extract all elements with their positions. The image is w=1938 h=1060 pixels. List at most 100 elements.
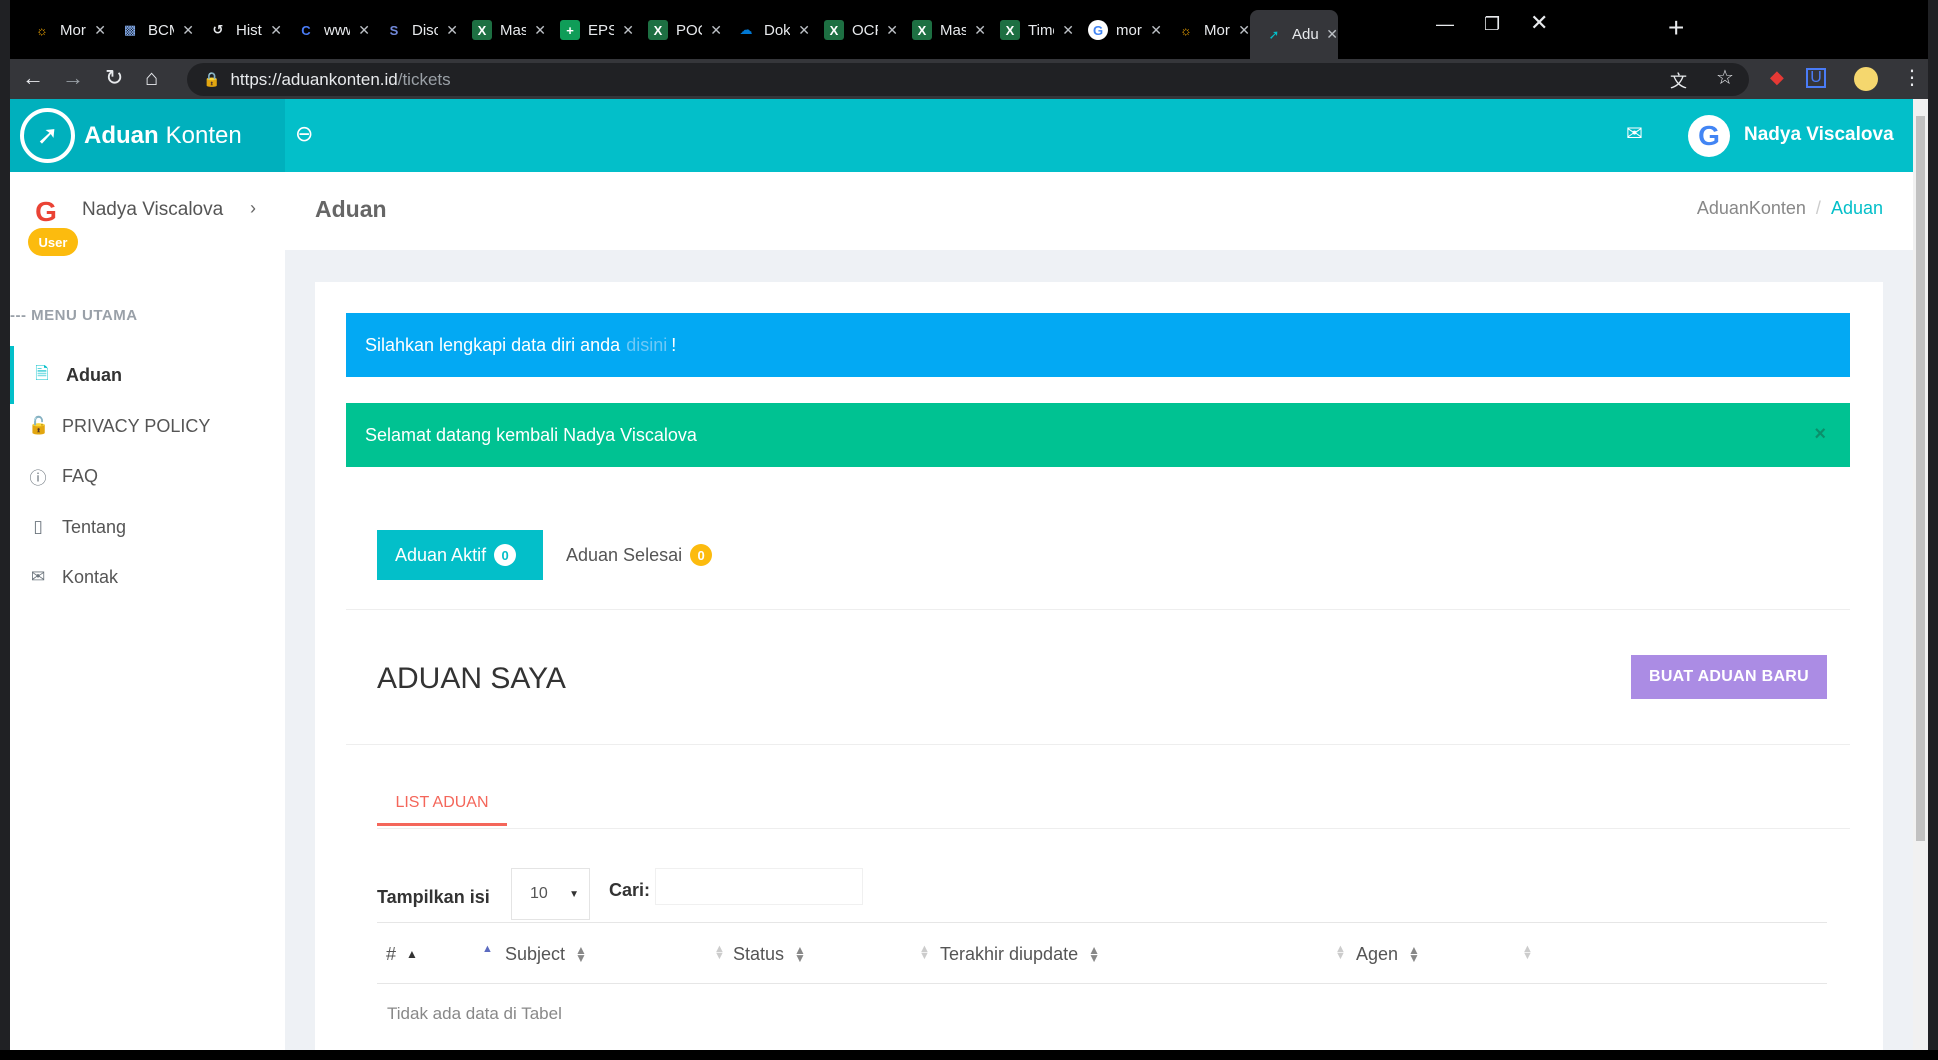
new-tab-button[interactable]: + xyxy=(1668,12,1684,44)
address-bar[interactable]: 🔒 https://aduankonten.id/tickets xyxy=(187,63,1749,96)
excel-icon: X xyxy=(648,20,668,40)
close-tab-icon[interactable]: ✕ xyxy=(270,22,282,39)
close-tab-icon[interactable]: ✕ xyxy=(358,22,370,39)
browser-tab[interactable]: X POC ✕ xyxy=(634,10,722,50)
column-header-agen[interactable]: Agen ▲ ▼ xyxy=(1356,923,1420,985)
close-tab-icon[interactable]: ✕ xyxy=(182,22,194,39)
tab-strip: ☼ Mor ✕ ▩ BCM ✕ ↺ Hist ✕ Cwww ✕ S Disc ✕ X Mas ✕ + EPS ✕ X PO… xyxy=(10,0,1928,59)
restore-icon[interactable]: ❐ xyxy=(1484,14,1500,35)
close-tab-icon[interactable]: ✕ xyxy=(798,22,810,39)
column-label: Agen xyxy=(1356,943,1399,964)
profile-link[interactable]: disini xyxy=(626,335,667,356)
sort-icon: ▲ ▼ xyxy=(575,943,587,965)
browser-tab[interactable]: X Mas ✕ xyxy=(898,10,986,50)
browser-tab-title: Adu xyxy=(1292,26,1319,43)
onedrive-icon: ☁ xyxy=(739,22,753,37)
browser-tab[interactable]: + EPS ✕ xyxy=(546,10,634,50)
discord-icon: S xyxy=(389,22,399,38)
sidebar-item-kontak[interactable]: ✉ Kontak xyxy=(10,548,285,606)
sidebar-item-faq[interactable]: ⓘ FAQ xyxy=(10,447,285,505)
column-header-subject[interactable]: Subject ▲ ▼ xyxy=(505,923,587,985)
lock-icon: 🔓 xyxy=(28,416,50,435)
back-icon[interactable]: ← xyxy=(22,65,44,91)
close-tab-icon[interactable]: ✕ xyxy=(534,22,546,39)
browser-tab[interactable]: Cwww ✕ xyxy=(282,10,370,50)
close-tab-icon[interactable]: ✕ xyxy=(1062,22,1074,39)
sidebar-toggle-icon[interactable]: ⊖ xyxy=(295,121,319,146)
close-tab-icon[interactable]: ✕ xyxy=(1238,22,1250,39)
new-ticket-button[interactable]: BUAT ADUAN BARU xyxy=(1631,655,1827,699)
breadcrumb: AduanKonten / Aduan xyxy=(1697,198,1883,219)
divider xyxy=(346,744,1850,745)
avatar[interactable]: G xyxy=(1688,115,1730,157)
browser-tab[interactable]: Gmor ✕ xyxy=(1074,10,1162,50)
sort-icon: ▲ ▼ xyxy=(919,943,930,962)
tab-aduan-aktif[interactable]: Aduan Aktif 0 xyxy=(377,530,543,580)
close-tab-icon[interactable]: ✕ xyxy=(974,22,986,39)
menu-kebab-icon[interactable]: ⋮ xyxy=(1902,65,1922,90)
bulb-icon: ☼ xyxy=(36,22,48,38)
excel-icon: X xyxy=(824,20,844,40)
close-tab-icon[interactable]: ✕ xyxy=(94,22,106,39)
close-tab-icon[interactable]: ✕ xyxy=(886,22,898,39)
close-tab-icon[interactable]: ✕ xyxy=(446,22,458,39)
close-tab-icon[interactable]: ✕ xyxy=(1150,22,1162,39)
mail-icon[interactable]: ✉ xyxy=(1626,121,1643,146)
page: ➚ Aduan Konten ⊖ ✉ G Nadya Viscalova G N… xyxy=(10,99,1913,1050)
sidebar-item-label: FAQ xyxy=(62,465,99,486)
browser-tab-title: EPS xyxy=(588,21,615,39)
browser-tab[interactable]: ☁ Dok ✕ xyxy=(722,10,811,50)
search-label: Cari: xyxy=(609,880,651,900)
browser-tab[interactable]: ☼ Mor ✕ xyxy=(18,10,106,50)
sidebar-user-name[interactable]: Nadya Viscalova xyxy=(82,199,223,221)
close-tab-icon[interactable]: ✕ xyxy=(1326,26,1338,43)
brand[interactable]: ➚ Aduan Konten xyxy=(10,99,285,172)
close-tab-icon[interactable]: ✕ xyxy=(710,22,722,39)
close-icon[interactable]: × xyxy=(1814,423,1826,446)
top-user-name[interactable]: Nadya Viscalova xyxy=(1744,124,1894,146)
column-header-updated[interactable]: Terakhir diupdate ▲ ▼ xyxy=(940,923,1100,985)
browser-tab[interactable]: ▩ BCM ✕ xyxy=(106,10,194,50)
breadcrumb-home[interactable]: AduanKonten xyxy=(1697,198,1806,218)
browser-tab-title: Mor xyxy=(1204,21,1230,39)
scrollbar-thumb[interactable] xyxy=(1916,116,1925,841)
tab-label: Aduan Selesai xyxy=(566,544,683,565)
forward-icon[interactable]: → xyxy=(62,65,84,91)
reload-icon[interactable]: ↻ xyxy=(105,65,123,91)
close-window-icon[interactable]: ✕ xyxy=(1530,10,1548,36)
profile-avatar-icon[interactable] xyxy=(1854,67,1878,91)
divider xyxy=(377,828,1850,829)
sidebar-item-aduan[interactable]: 🗎 Aduan xyxy=(10,346,285,404)
tab-list-aduan[interactable]: LIST ADUAN xyxy=(377,792,507,826)
translate-icon[interactable]: 文 xyxy=(1670,67,1687,92)
page-length-select[interactable]: 10 ▼ xyxy=(511,868,590,920)
close-tab-icon[interactable]: ✕ xyxy=(622,22,634,39)
tab-aduan-selesai[interactable]: Aduan Selesai 0 xyxy=(566,530,713,580)
browser-tab-title: Mas xyxy=(500,21,527,39)
browser-tab-title: Dok xyxy=(764,21,791,39)
menu-header: --- MENU UTAMA xyxy=(10,307,138,324)
column-header-status[interactable]: Status ▲ ▼ xyxy=(733,923,806,985)
browser-tab-title: www xyxy=(324,21,350,39)
bookmark-star-icon[interactable]: ☆ xyxy=(1716,65,1734,90)
browser-tab[interactable]: X OCR ✕ xyxy=(810,10,898,50)
browser-tab[interactable]: X Time ✕ xyxy=(986,10,1074,50)
c-logo-icon: C xyxy=(301,22,311,38)
browser-tab[interactable]: ➚ Adu ✕ xyxy=(1250,10,1338,59)
extension-ui-icon[interactable]: U xyxy=(1806,68,1826,88)
browser-tab[interactable]: ↺ Hist ✕ xyxy=(194,10,282,50)
browser-tab[interactable]: S Disc ✕ xyxy=(370,10,458,50)
column-header-number[interactable]: # ▲ xyxy=(386,923,418,985)
browser-toolbar: ← → ↻ ⌂ 🔒 https://aduankonten.id/tickets… xyxy=(10,59,1928,99)
search-input[interactable] xyxy=(655,868,863,905)
main-card: Silahkan lengkapi data diri anda disini … xyxy=(315,282,1883,1050)
extension-shield-icon[interactable]: ◆ xyxy=(1770,67,1784,88)
browser-tab[interactable]: X Mas ✕ xyxy=(458,10,546,50)
browser-tab[interactable]: ☼ Mor ✕ xyxy=(1162,10,1250,50)
chevron-right-icon[interactable]: › xyxy=(250,198,256,219)
bulb-icon: ☼ xyxy=(1180,22,1192,38)
table-header: # ▲ ▲ Subject ▲ ▼ ▲ ▼ Status ▲ ▼ ▲ ▼ Ter… xyxy=(377,922,1827,984)
minimize-icon[interactable]: — xyxy=(1436,14,1454,35)
home-icon[interactable]: ⌂ xyxy=(145,65,158,91)
count-badge: 0 xyxy=(494,544,517,566)
